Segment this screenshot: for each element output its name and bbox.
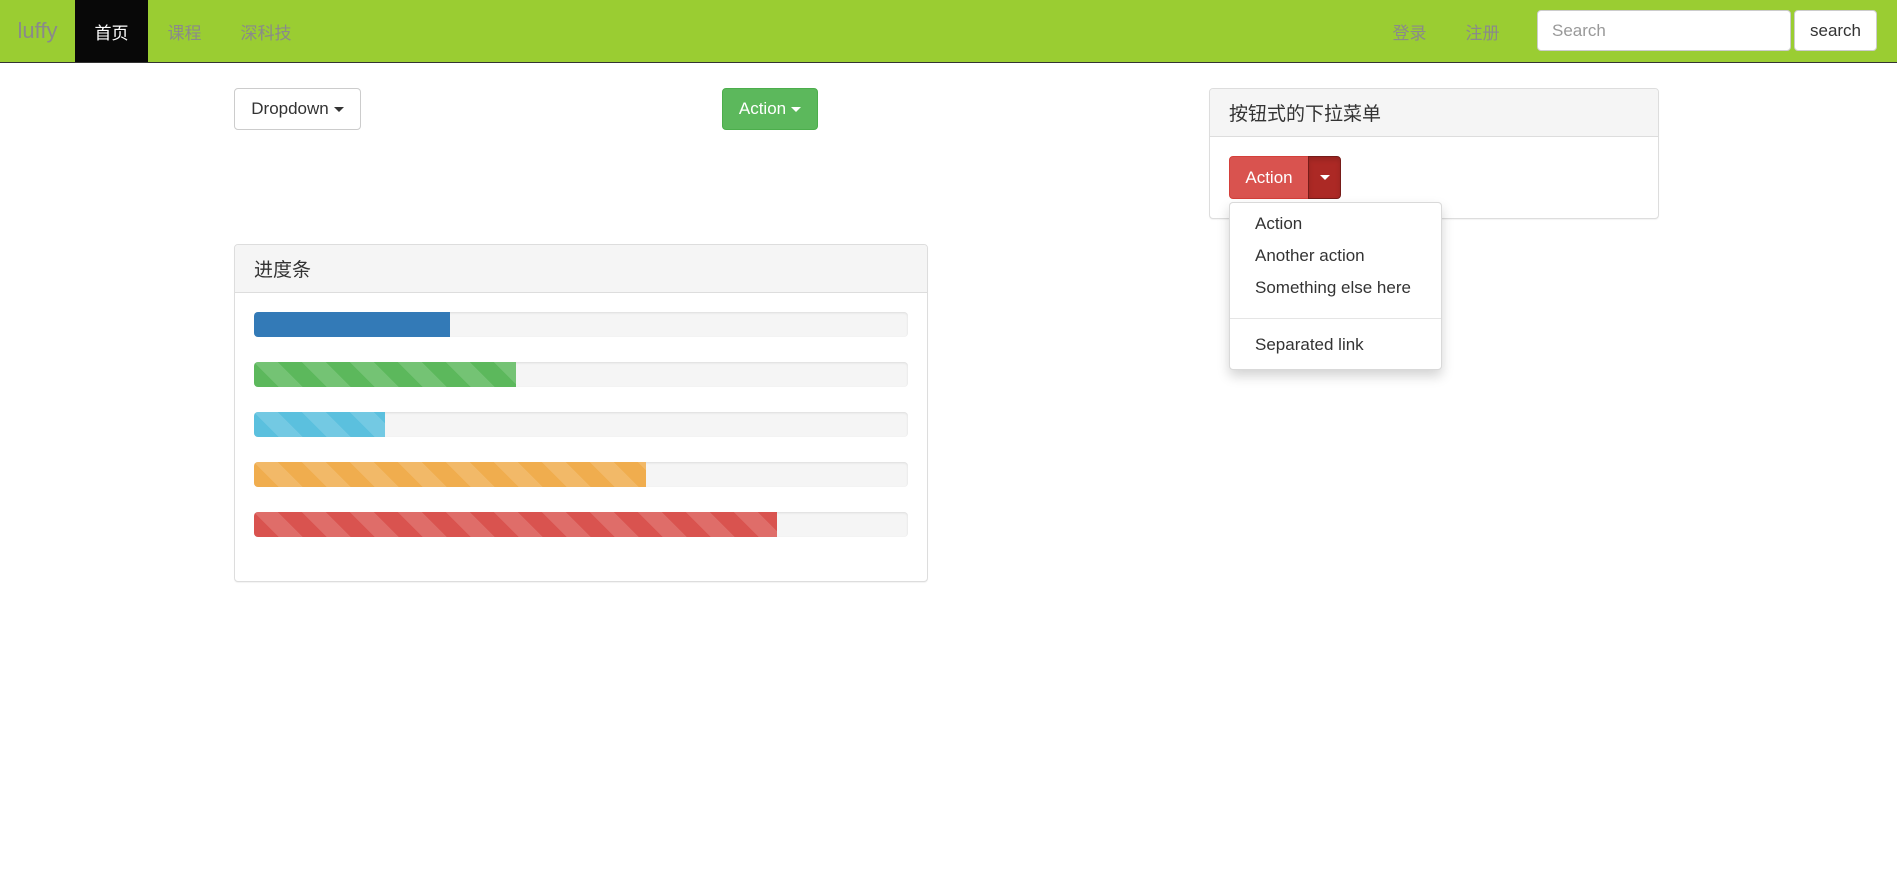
progress-bar-primary: [254, 312, 451, 337]
split-button-panel: 按钮式的下拉菜单: [1209, 88, 1659, 219]
menu-item-separated-link[interactable]: Separated link: [1230, 330, 1441, 360]
progress-bar-danger: [254, 512, 778, 537]
caret-down-icon: [333, 106, 344, 112]
menu-divider: [1230, 318, 1441, 319]
progress-bar-success: [254, 362, 516, 387]
action-button-label: Action: [738, 99, 787, 118]
menu-item-something-else[interactable]: Something else here: [1230, 273, 1441, 303]
caret-down-icon: [791, 106, 802, 112]
progress-panel-title: 进度条: [235, 245, 927, 293]
split-toggle-button[interactable]: [1308, 156, 1341, 199]
nav-item-login[interactable]: 登录: [1373, 0, 1446, 62]
progress-bar-info: [254, 412, 385, 437]
search-input[interactable]: [1537, 10, 1791, 51]
nav-item-home[interactable]: 首页: [75, 0, 148, 62]
progress-track-info: [254, 412, 908, 437]
caret-down-icon: [1319, 175, 1330, 180]
progress-track-danger: [254, 512, 908, 537]
progress-track-warning: [254, 462, 908, 487]
split-panel-title: 按钮式的下拉菜单: [1210, 89, 1658, 137]
search-button[interactable]: search: [1794, 10, 1877, 51]
brand-logo[interactable]: luffy: [0, 0, 75, 62]
progress-track-primary: [254, 312, 908, 337]
menu-item-action[interactable]: Action: [1230, 209, 1441, 239]
nav-item-tech[interactable]: 深科技: [221, 0, 311, 62]
dropdown-button[interactable]: Dropdown: [234, 88, 361, 130]
nav-item-courses[interactable]: 课程: [148, 0, 221, 62]
dropdown-button-label: Dropdown: [251, 99, 329, 118]
dropdown-menu: Action Another action Something else her…: [1229, 202, 1442, 370]
navbar: luffy 首页 课程 深科技 登录 注册 search: [0, 0, 1897, 63]
split-action-button[interactable]: Action: [1229, 156, 1309, 199]
menu-item-another-action[interactable]: Another action: [1230, 241, 1441, 271]
progress-panel: 进度条: [234, 244, 928, 582]
nav-item-register[interactable]: 注册: [1446, 0, 1519, 62]
action-button[interactable]: Action: [722, 88, 818, 130]
progress-bar-warning: [254, 462, 647, 487]
progress-track-success: [254, 362, 908, 387]
